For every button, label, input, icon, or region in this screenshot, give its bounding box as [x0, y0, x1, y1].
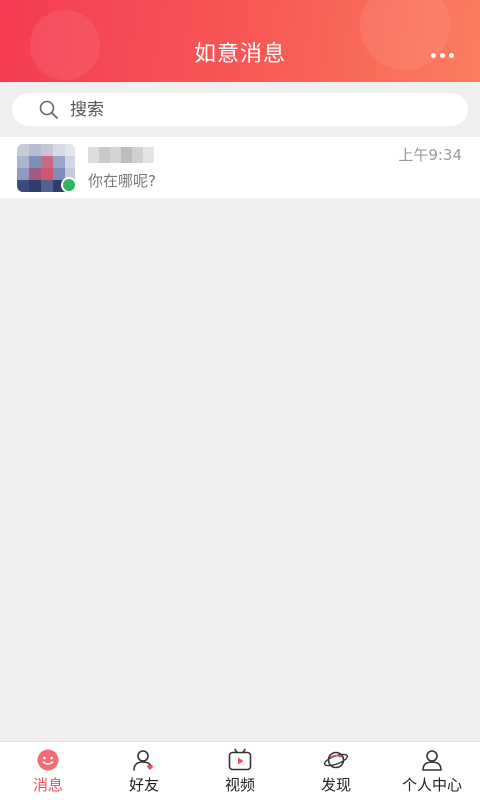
- more-button[interactable]: [424, 42, 460, 68]
- app-root: 如意消息 搜索 上午9:34 你在哪呢? 消息 好友 视频 发现 个人中心: [0, 0, 480, 800]
- app-header: 如意消息: [0, 0, 480, 82]
- search-icon: [38, 99, 60, 121]
- conversation-item[interactable]: 上午9:34 你在哪呢?: [0, 137, 480, 198]
- profile-icon: [419, 748, 445, 772]
- conversation-list: 上午9:34 你在哪呢?: [0, 137, 480, 198]
- nav-label: 消息: [32, 776, 63, 794]
- conversation-preview: 你在哪呢?: [88, 172, 156, 190]
- search-bar[interactable]: [12, 93, 468, 126]
- more-dots-icon: [430, 52, 436, 58]
- nav-item-friends[interactable]: 好友: [96, 742, 192, 800]
- nav-label: 个人中心: [401, 776, 462, 794]
- conversation-time: 上午9:34: [398, 146, 462, 164]
- nav-label: 好友: [128, 776, 159, 794]
- nav-item-messages[interactable]: 消息: [0, 742, 96, 800]
- online-status-indicator: [61, 177, 77, 193]
- nav-item-profile[interactable]: 个人中心: [384, 742, 480, 800]
- contact-name-redacted: [88, 147, 154, 163]
- nav-label: 视频: [224, 776, 255, 794]
- page-title: 如意消息: [193, 42, 286, 67]
- nav-label: 发现: [320, 776, 351, 794]
- search-input[interactable]: [68, 98, 432, 121]
- video-icon: [227, 748, 253, 772]
- search-area: [0, 82, 480, 136]
- bottom-nav: 消息 好友 视频 发现 个人中心: [0, 741, 480, 800]
- planet-icon: [323, 748, 349, 772]
- message-smile-icon: [35, 748, 61, 772]
- more-dots-icon: [448, 52, 454, 58]
- nav-item-discover[interactable]: 发现: [288, 742, 384, 800]
- friends-icon: [131, 748, 157, 772]
- more-dots-icon: [439, 52, 445, 58]
- nav-item-video[interactable]: 视频: [192, 742, 288, 800]
